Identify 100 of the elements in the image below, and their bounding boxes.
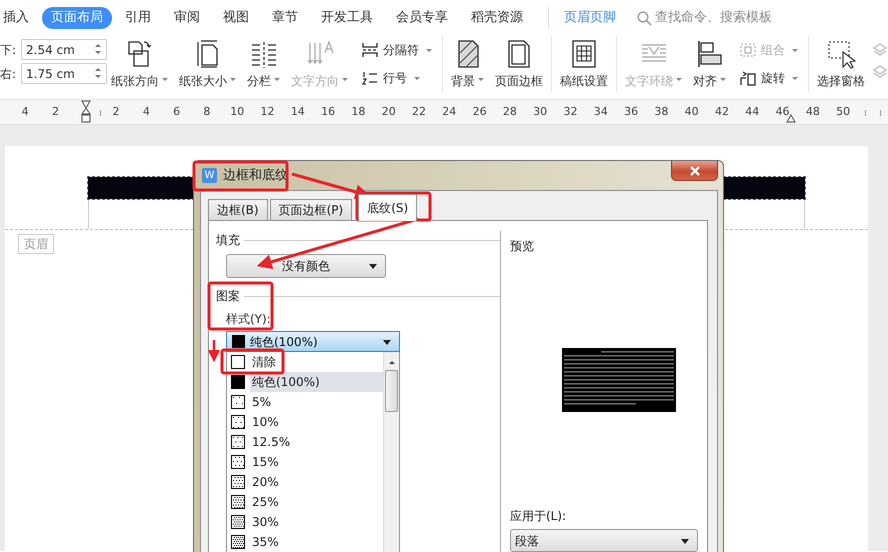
style-option[interactable]: 30% <box>227 512 383 532</box>
fill-dropdown[interactable]: 没有颜色 <box>226 254 386 278</box>
ruler-number: 2 <box>52 105 59 118</box>
spinner-icon[interactable] <box>94 66 102 80</box>
pattern-swatch <box>231 435 245 449</box>
menu-tab[interactable]: 插入 <box>0 7 39 29</box>
close-button[interactable] <box>671 161 718 181</box>
menu-tab[interactable]: 稻壳资源 <box>461 7 533 29</box>
dropdown-caret-icon[interactable] <box>383 340 391 344</box>
caret-icon[interactable] <box>792 76 798 80</box>
ribbon-button[interactable]: 纸张方向 <box>107 36 172 90</box>
layers-icon[interactable] <box>872 42 888 58</box>
style-option[interactable]: 12.5% <box>227 432 383 452</box>
search-field[interactable]: 查找命令、搜索模板 <box>655 8 772 28</box>
dialog-tab[interactable]: 页面边框(P) <box>270 199 352 220</box>
ruler-number: 26 <box>472 105 487 118</box>
caret-icon[interactable] <box>162 78 168 81</box>
pattern-swatch <box>231 535 245 549</box>
margin-label: 右: <box>0 66 18 82</box>
app-logo: W <box>202 168 217 183</box>
style-combo[interactable]: 纯色(100%) <box>226 331 400 352</box>
style-option[interactable]: 清除 <box>227 352 383 372</box>
ruler-number: 22 <box>412 105 426 118</box>
style-option[interactable]: 25% <box>227 492 383 512</box>
ruler-number: 42 <box>714 105 729 118</box>
ribbon-button[interactable]: 旋转 <box>736 67 802 89</box>
menu-tab[interactable]: 章节 <box>262 7 308 29</box>
right-indent-icon[interactable] <box>786 114 796 123</box>
section-legend: 图案 <box>216 287 240 305</box>
menu-tab[interactable]: 会员专享 <box>386 7 458 29</box>
caret-icon[interactable] <box>478 78 484 81</box>
ribbon-button[interactable]: 选择窗格 <box>812 36 869 90</box>
menu-tab[interactable]: 开发工具 <box>311 7 383 29</box>
ruler-number: 40 <box>684 105 699 118</box>
ribbon-button[interactable]: 分隔符 <box>358 39 436 61</box>
ribbon-button[interactable]: 行号 <box>358 67 436 89</box>
ruler-number: 20 <box>382 105 396 118</box>
pattern-swatch <box>231 355 245 369</box>
margin-field[interactable]: 1.75 cm <box>21 63 107 84</box>
ruler-number: 48 <box>806 105 820 118</box>
dialog-tab[interactable]: 底纹(S) <box>358 194 418 221</box>
ribbon-button[interactable]: 分栏 <box>243 36 284 90</box>
style-option[interactable]: 10% <box>227 412 383 432</box>
ribbon-button[interactable]: 页面边框 <box>491 36 548 90</box>
solid-swatch <box>232 335 245 348</box>
scrollbar[interactable] <box>383 352 399 552</box>
spinner-icon[interactable] <box>94 42 102 56</box>
dialog-tab[interactable]: 边框(B) <box>208 199 268 220</box>
ribbon-button[interactable]: 纸张大小 <box>175 36 240 90</box>
rotate-icon <box>739 70 758 86</box>
ruler-number: 28 <box>502 105 517 118</box>
style-option[interactable]: 5% <box>227 392 383 412</box>
menu-tab[interactable]: 引用 <box>115 7 161 29</box>
ruler-number: 16 <box>321 105 336 118</box>
caret-icon[interactable] <box>274 78 280 81</box>
ruler-number: 4 <box>22 105 29 118</box>
ribbon-button[interactable]: 稿纸设置 <box>556 36 612 90</box>
ruler-number: 44 <box>745 105 760 118</box>
scroll-up-icon[interactable] <box>388 358 396 366</box>
ribbon-button[interactable]: 背景 <box>447 36 488 90</box>
dropdown-caret-icon[interactable] <box>681 538 689 544</box>
layers-icon[interactable] <box>872 64 888 80</box>
ribbon-button[interactable]: 对齐 <box>689 36 730 90</box>
preview-legend: 预览 <box>510 237 534 255</box>
pattern-swatch <box>231 375 245 389</box>
style-option[interactable]: 20% <box>227 472 383 492</box>
indent-marker-icon[interactable] <box>80 100 91 124</box>
ruler-number: 12 <box>260 105 275 118</box>
ruler-number: 14 <box>290 105 305 118</box>
close-icon <box>688 166 700 176</box>
ruler-number: 10 <box>230 105 244 118</box>
caret-icon[interactable] <box>426 48 432 52</box>
ruler-number: 38 <box>654 105 668 118</box>
dropdown-caret-icon[interactable] <box>369 264 377 269</box>
annotation-arrow <box>208 340 220 362</box>
header-tag: 页眉 <box>18 234 54 254</box>
ruler-number: 32 <box>563 105 578 118</box>
style-option[interactable]: 35% <box>227 532 383 552</box>
highlight-frame <box>208 282 274 330</box>
caret-icon[interactable] <box>720 78 726 81</box>
menu-tab[interactable]: 审阅 <box>164 7 210 29</box>
apply-dropdown[interactable]: 段落 <box>510 529 698 552</box>
pattern-swatch <box>231 415 245 429</box>
pattern-swatch <box>231 495 245 509</box>
apply-label: 应用于(L): <box>510 508 568 525</box>
caret-icon[interactable] <box>414 76 420 80</box>
group-icon <box>739 42 758 58</box>
ruler-number: 4 <box>142 105 150 118</box>
margin-field[interactable]: 2.54 cm <box>21 39 107 60</box>
style-option[interactable]: 15% <box>227 452 383 472</box>
line-number-icon <box>361 70 380 86</box>
caret-icon[interactable] <box>230 78 236 81</box>
ruler-number: 6 <box>173 105 180 118</box>
ruler-number: 2 <box>112 105 120 118</box>
style-label: 样式(Y): <box>226 311 272 328</box>
highlight-frame <box>220 348 284 374</box>
menu-tab[interactable]: 视图 <box>213 7 259 29</box>
combo-value: 纯色(100%) <box>250 334 318 350</box>
search-icon[interactable] <box>637 10 652 26</box>
scroll-thumb[interactable] <box>385 370 398 412</box>
